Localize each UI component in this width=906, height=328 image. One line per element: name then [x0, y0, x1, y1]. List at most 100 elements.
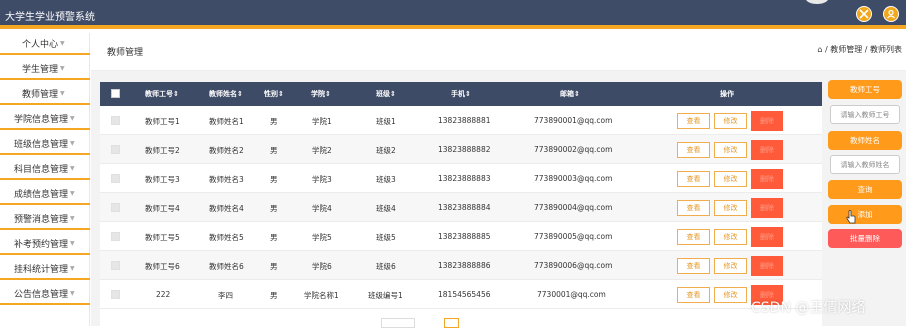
sidebar-item-subject-info[interactable]: 科目信息管理 ▼	[0, 158, 90, 180]
cell-college: 学院1	[312, 117, 332, 126]
sidebar-item-class-info[interactable]: 班级信息管理 ▼	[0, 133, 90, 155]
sidebar-item-makeup-exam[interactable]: 补考预约管理 ▼	[0, 233, 90, 255]
column-header-email[interactable]: 邮箱⇕	[560, 89, 580, 99]
view-button[interactable]: 查看	[677, 287, 710, 303]
teacher-name-input[interactable]: 请输入教师姓名	[830, 155, 900, 174]
row-checkbox[interactable]	[111, 261, 120, 270]
sidebar: 个人中心 ▼ 学生管理 ▼ 教师管理 ▼ 学院信息管理 ▼ 班级信息管理 ▼ 科目信息管理…	[0, 33, 90, 326]
cell-class: 班级3	[376, 175, 396, 184]
sidebar-item-grade-info[interactable]: 成绩信息管理 ▼	[0, 183, 90, 205]
view-button[interactable]: 查看	[677, 229, 710, 245]
cell-teacher-id: 教师工号3	[145, 175, 180, 184]
cell-phone: 13823888886	[438, 261, 491, 270]
row-checkbox[interactable]	[111, 116, 120, 125]
cell-email: 773890005@qq.com	[534, 232, 613, 241]
column-header-phone[interactable]: 手机⇕	[451, 89, 471, 99]
column-header-teacher-id[interactable]: 教师工号⇕	[145, 89, 179, 99]
pagination-current-page[interactable]	[444, 318, 459, 328]
sidebar-item-students[interactable]: 学生管理 ▼	[0, 58, 90, 80]
chevron-down-icon: ▼	[70, 114, 75, 122]
cell-teacher-id: 教师工号5	[145, 233, 180, 242]
delete-button[interactable]: 删除	[751, 111, 783, 131]
chevron-down-icon: ▼	[70, 164, 75, 172]
delete-button[interactable]: 删除	[751, 256, 783, 276]
teacher-id-input[interactable]: 请输入教师工号	[830, 105, 900, 124]
add-button[interactable]: 添加	[828, 205, 902, 224]
edit-button[interactable]: 修改	[714, 287, 747, 303]
user-icon[interactable]	[883, 6, 899, 22]
cell-class: 班级编号1	[368, 291, 403, 300]
row-checkbox[interactable]	[111, 203, 120, 212]
sidebar-item-college-info[interactable]: 学院信息管理 ▼	[0, 108, 90, 130]
app-title: 大学生学业预警系统	[5, 12, 95, 23]
table-row: 教师工号6 教师姓名6 男 学院6 班级6 13823888886 773890…	[100, 251, 822, 280]
column-header-college[interactable]: 学院⇕	[311, 89, 331, 99]
cell-email: 773890006@qq.com	[534, 261, 613, 270]
view-button[interactable]: 查看	[677, 258, 710, 274]
table-row: 教师工号5 教师姓名5 男 学院5 班级5 13823888885 773890…	[100, 222, 822, 251]
delete-button[interactable]: 删除	[751, 227, 783, 247]
view-button[interactable]: 查看	[677, 113, 710, 129]
teacher-id-label: 教师工号	[828, 80, 902, 99]
cell-class: 班级5	[376, 233, 396, 242]
teacher-name-label: 教师姓名	[828, 131, 902, 150]
query-button[interactable]: 查询	[828, 180, 902, 199]
chevron-down-icon: ▼	[60, 39, 65, 47]
delete-button[interactable]: 删除	[751, 169, 783, 189]
sidebar-item-warning-messages[interactable]: 预警消息管理 ▼	[0, 208, 90, 230]
column-header-teacher-name[interactable]: 教师姓名⇕	[209, 89, 243, 99]
pagination-box[interactable]	[381, 318, 415, 328]
cell-teacher-id: 教师工号2	[145, 146, 180, 155]
edit-button[interactable]: 修改	[714, 258, 747, 274]
cell-gender: 男	[270, 262, 278, 271]
table-row: 教师工号1 教师姓名1 男 学院1 班级1 13823888881 773890…	[100, 106, 822, 135]
edit-button[interactable]: 修改	[714, 142, 747, 158]
cell-teacher-id: 教师工号4	[145, 204, 180, 213]
teacher-table: 教师工号⇕ 教师姓名⇕ 性别⇕ 学院⇕ 班级⇕ 手机⇕ 邮箱⇕ 操作 教师工号1…	[100, 82, 822, 326]
cell-gender: 男	[270, 291, 278, 300]
edit-button[interactable]: 修改	[714, 200, 747, 216]
view-button[interactable]: 查看	[677, 142, 710, 158]
cell-email: 773890001@qq.com	[534, 116, 613, 125]
cell-gender: 男	[270, 204, 278, 213]
cell-email: 7730001@qq.com	[537, 290, 606, 299]
view-button[interactable]: 查看	[677, 171, 710, 187]
batch-delete-button[interactable]: 批量删除	[828, 229, 902, 248]
view-button[interactable]: 查看	[677, 200, 710, 216]
cell-phone: 13823888885	[438, 232, 491, 241]
breadcrumb[interactable]: ⌂ / 教师管理 / 教师列表	[817, 44, 902, 55]
sidebar-item-personal-center[interactable]: 个人中心 ▼	[0, 33, 90, 55]
column-header-class[interactable]: 班级⇕	[376, 89, 396, 99]
cell-gender: 男	[270, 117, 278, 126]
column-header-gender[interactable]: 性别⇕	[264, 89, 284, 99]
cell-phone: 13823888884	[438, 203, 491, 212]
cell-class: 班级1	[376, 117, 396, 126]
sidebar-item-teachers[interactable]: 教师管理 ▼	[0, 83, 90, 105]
table-row: 教师工号2 教师姓名2 男 学院2 班级2 13823888882 773890…	[100, 135, 822, 164]
cell-teacher-name: 教师姓名1	[209, 117, 244, 126]
cell-college: 学院3	[312, 175, 332, 184]
delete-button[interactable]: 删除	[751, 140, 783, 160]
table-row: 222 李四 男 学院名称1 班级编号1 18154565456 7730001…	[100, 280, 822, 309]
row-checkbox[interactable]	[111, 145, 120, 154]
table-row: 教师工号3 教师姓名3 男 学院3 班级3 13823888883 773890…	[100, 164, 822, 193]
sidebar-item-fail-stats[interactable]: 挂科统计管理 ▼	[0, 258, 90, 280]
delete-button[interactable]: 删除	[751, 198, 783, 218]
edit-button[interactable]: 修改	[714, 171, 747, 187]
cell-teacher-id: 教师工号1	[145, 117, 180, 126]
fullscreen-icon[interactable]	[856, 6, 872, 22]
cell-college: 学院名称1	[304, 291, 339, 300]
cell-class: 班级4	[376, 204, 396, 213]
cell-college: 学院2	[312, 146, 332, 155]
cell-gender: 男	[270, 233, 278, 242]
edit-button[interactable]: 修改	[714, 229, 747, 245]
row-checkbox[interactable]	[111, 290, 120, 299]
edit-button[interactable]: 修改	[714, 113, 747, 129]
row-checkbox[interactable]	[111, 232, 120, 241]
table-header: 教师工号⇕ 教师姓名⇕ 性别⇕ 学院⇕ 班级⇕ 手机⇕ 邮箱⇕ 操作	[100, 82, 822, 106]
sidebar-item-announcements[interactable]: 公告信息管理 ▼	[0, 283, 90, 305]
select-all-checkbox[interactable]	[111, 89, 120, 98]
hand-cursor-icon	[846, 210, 856, 224]
row-checkbox[interactable]	[111, 174, 120, 183]
cell-class: 班级6	[376, 262, 396, 271]
